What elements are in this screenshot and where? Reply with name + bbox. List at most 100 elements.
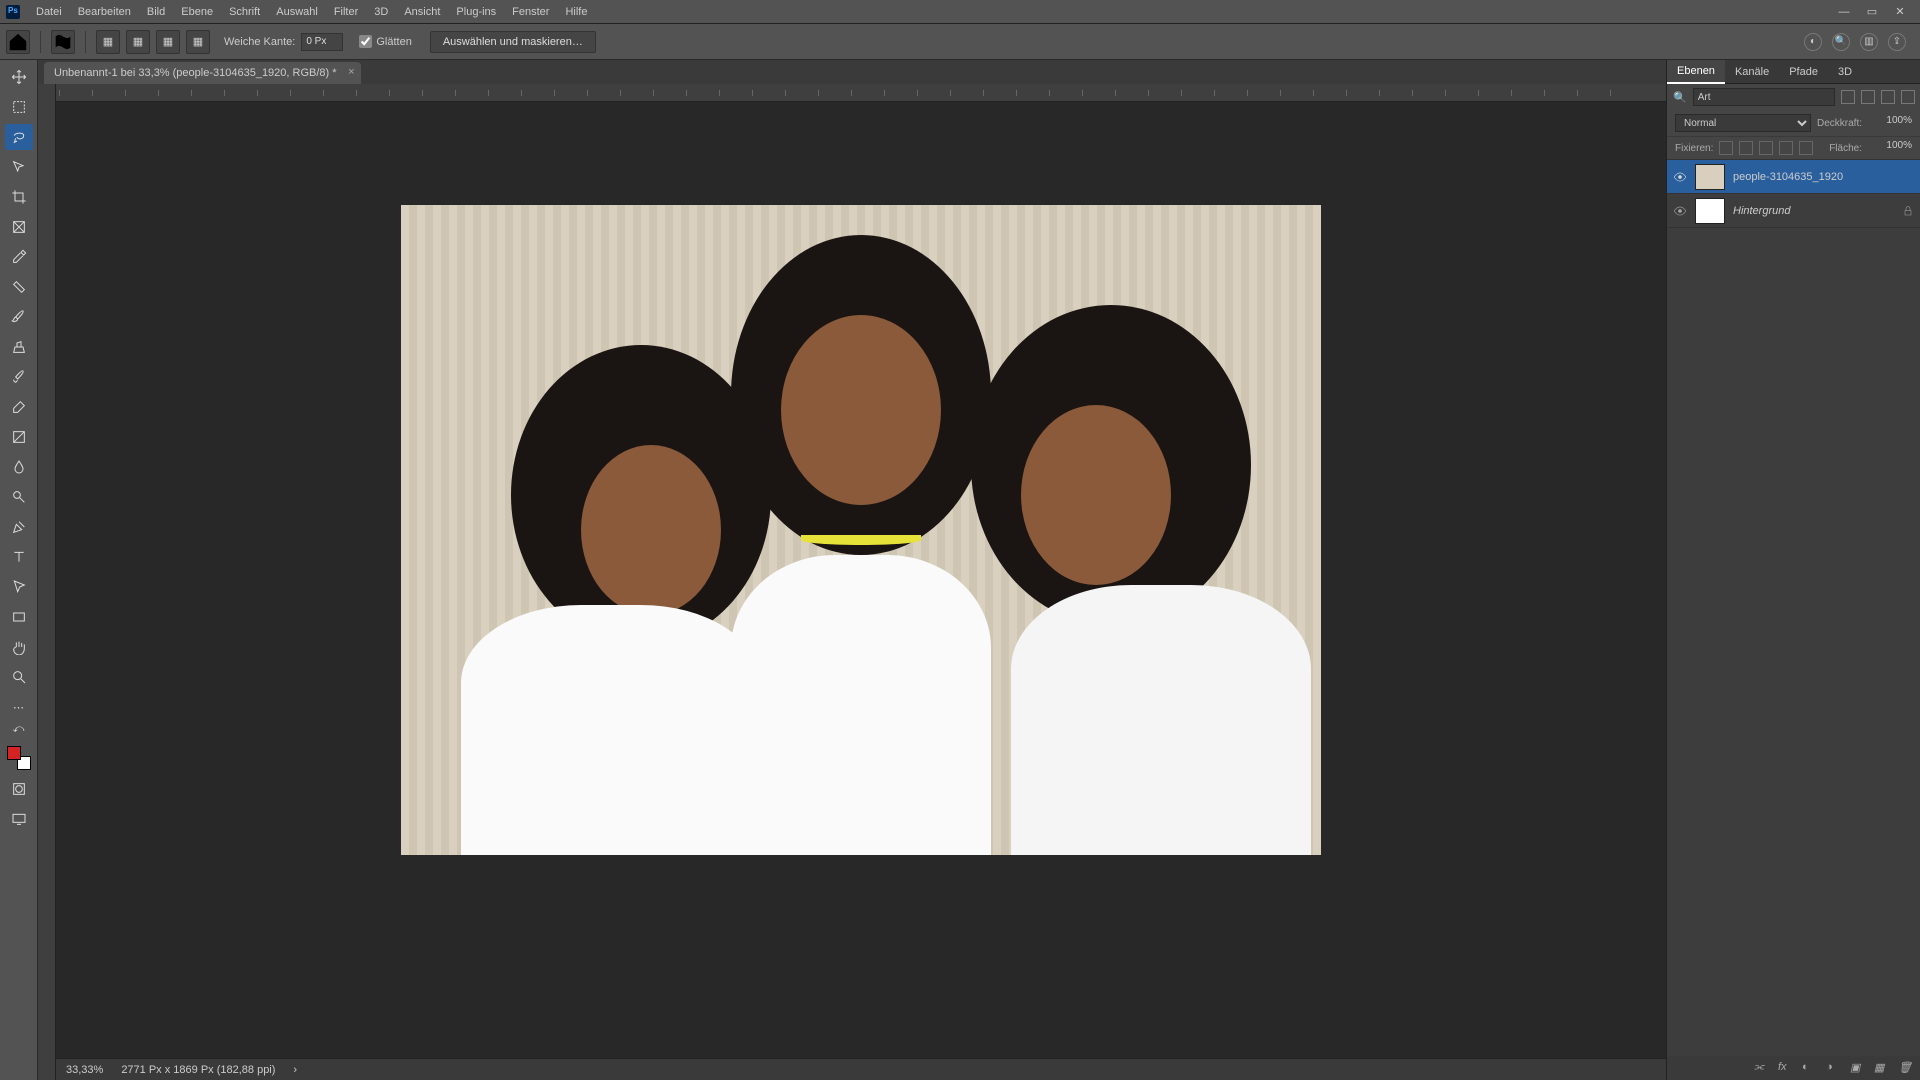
status-zoom[interactable]: 33,33% [66,1064,103,1076]
lock-artboard-icon[interactable] [1779,141,1793,155]
status-arrow-icon[interactable]: › [293,1064,297,1076]
path-select-tool[interactable] [5,574,33,600]
menu-ebene[interactable]: Ebene [173,2,221,22]
lock-position-icon[interactable] [1759,141,1773,155]
healing-tool[interactable] [5,274,33,300]
delete-layer-icon[interactable]: 🗑 [1898,1061,1912,1075]
visibility-icon[interactable] [1673,204,1687,218]
blur-tool[interactable] [5,454,33,480]
layer-fx-icon[interactable]: fx [1778,1061,1792,1075]
pen-tool[interactable] [5,514,33,540]
window-minimize-button[interactable]: — [1830,3,1858,21]
history-brush-tool[interactable] [5,364,33,390]
tab-pfade[interactable]: Pfade [1779,61,1828,83]
selection-subtract-icon[interactable]: ▦ [156,30,180,54]
select-and-mask-button[interactable]: Auswählen und maskieren… [430,31,596,53]
menu-hilfe[interactable]: Hilfe [557,2,595,22]
figure-head [1021,405,1171,585]
visibility-icon[interactable] [1673,170,1687,184]
lock-transparent-icon[interactable] [1719,141,1733,155]
quickmask-icon[interactable] [5,776,33,802]
color-swatches[interactable] [5,744,33,772]
layer-row[interactable]: people-3104635_1920 [1667,160,1920,194]
screenmode-icon[interactable] [5,806,33,832]
layer-name[interactable]: people-3104635_1920 [1733,171,1843,183]
tool-preset-button[interactable] [51,30,75,54]
window-close-button[interactable]: ✕ [1886,3,1914,21]
marquee-tool[interactable] [5,94,33,120]
document-tab[interactable]: Unbenannt-1 bei 33,3% (people-3104635_19… [44,62,361,84]
filter-adjust-icon[interactable] [1861,90,1875,104]
layer-name[interactable]: Hintergrund [1733,205,1790,217]
tab-kanaele[interactable]: Kanäle [1725,61,1779,83]
close-tab-icon[interactable]: × [348,66,354,78]
layer-group-icon[interactable]: ▣ [1850,1061,1864,1075]
opacity-value[interactable]: 100% [1868,115,1912,131]
layer-row[interactable]: Hintergrund [1667,194,1920,228]
move-tool[interactable] [5,64,33,90]
type-tool[interactable] [5,544,33,570]
canvas[interactable] [56,102,1666,1058]
link-layers-icon[interactable]: ⫘ [1754,1061,1768,1075]
menu-fenster[interactable]: Fenster [504,2,557,22]
feather-input[interactable] [301,33,343,51]
hand-tool[interactable] [5,634,33,660]
lock-pixels-icon[interactable] [1739,141,1753,155]
workspace-icon[interactable]: ▥ [1860,33,1878,51]
search-icon[interactable]: 🔍 [1832,33,1850,51]
selection-intersect-icon[interactable]: ▦ [186,30,210,54]
menu-ansicht[interactable]: Ansicht [396,2,448,22]
layer-filter-select[interactable] [1693,88,1835,106]
cloud-docs-icon[interactable]: ◐ [1804,33,1822,51]
lock-all-icon[interactable] [1799,141,1813,155]
status-dimensions: 2771 Px x 1869 Px (182,88 ppi) [121,1064,275,1076]
feather-label: Weiche Kante: [224,36,295,48]
frame-tool[interactable] [5,214,33,240]
menu-plugins[interactable]: Plug-ins [448,2,504,22]
lock-icon [1902,205,1914,217]
eraser-tool[interactable] [5,394,33,420]
window-maximize-button[interactable]: ▭ [1858,3,1886,21]
swap-colors-icon[interactable]: ⤺ [5,724,33,734]
home-button[interactable] [6,30,30,54]
antialias-check-input[interactable] [359,35,372,48]
crop-tool[interactable] [5,184,33,210]
menu-bild[interactable]: Bild [139,2,173,22]
zoom-tool[interactable] [5,664,33,690]
fill-value[interactable]: 100% [1868,140,1912,156]
quick-select-tool[interactable] [5,154,33,180]
tab-3d[interactable]: 3D [1828,61,1862,83]
vertical-ruler [38,84,56,1080]
more-tools[interactable]: ⋯ [5,694,33,720]
dodge-tool[interactable] [5,484,33,510]
tab-ebenen[interactable]: Ebenen [1667,60,1725,84]
lock-label: Fixieren: [1675,143,1713,154]
blend-mode-select[interactable]: Normal [1675,114,1811,132]
filter-type-icon[interactable] [1881,90,1895,104]
foreground-color-swatch[interactable] [7,746,21,760]
figure-torso [1011,585,1311,855]
clone-stamp-tool[interactable] [5,334,33,360]
blend-opacity-row: Normal Deckkraft: 100% [1667,110,1920,137]
brush-tool[interactable] [5,304,33,330]
antialias-checkbox[interactable]: Glätten [359,35,411,48]
lasso-tool[interactable] [5,124,33,150]
filter-shape-icon[interactable] [1901,90,1915,104]
menu-schrift[interactable]: Schrift [221,2,268,22]
layer-mask-icon[interactable]: ◐ [1802,1061,1816,1075]
new-layer-icon[interactable]: ▦ [1874,1061,1888,1075]
selection-add-icon[interactable]: ▦ [126,30,150,54]
selection-new-icon[interactable]: ▦ [96,30,120,54]
filter-pixel-icon[interactable] [1841,90,1855,104]
menu-datei[interactable]: Datei [28,2,70,22]
menu-auswahl[interactable]: Auswahl [268,2,326,22]
gradient-tool[interactable] [5,424,33,450]
rectangle-tool[interactable] [5,604,33,630]
share-icon[interactable]: ⇪ [1888,33,1906,51]
eyedropper-tool[interactable] [5,244,33,270]
adjustment-layer-icon[interactable]: ◑ [1826,1061,1840,1075]
menu-bearbeiten[interactable]: Bearbeiten [70,2,139,22]
menu-3d[interactable]: 3D [366,2,396,22]
document-tab-title: Unbenannt-1 bei 33,3% (people-3104635_19… [54,67,337,79]
menu-filter[interactable]: Filter [326,2,366,22]
